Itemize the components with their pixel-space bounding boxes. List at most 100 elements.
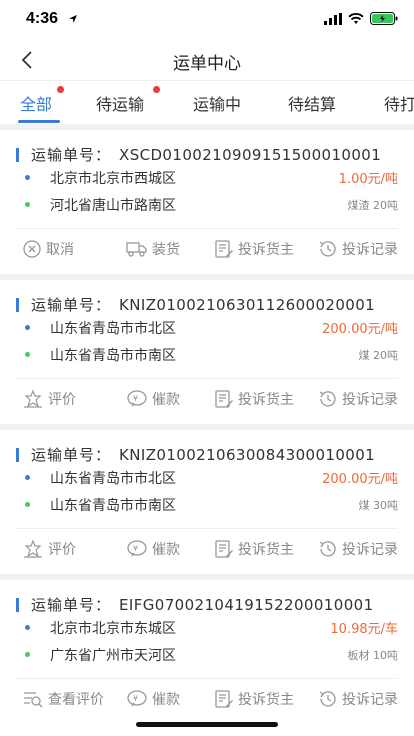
complaint-records-button[interactable]: 投诉记录 [318,689,398,709]
order-actions: 取消 装货 投诉货主 投诉记录 [0,235,414,265]
complaint-records-button[interactable]: 投诉记录 [318,539,398,559]
svg-text:¥: ¥ [133,694,138,703]
action-label: 查看评价 [48,692,104,708]
complaint-icon [214,239,234,259]
nav-bar: 运单中心 [0,40,414,80]
cargo-info: 板材 10吨 [347,649,399,662]
history-icon [318,689,338,709]
destination-address: 广东省广州市天河区 [50,648,176,664]
origin-row: 北京市北京市东城区 10.98元/车 [0,617,414,639]
action-label: 催款 [152,392,180,408]
action-label: 评价 [48,542,76,558]
tab-all[interactable]: 全部 [20,91,52,115]
destination-row: 广东省广州市天河区 板材 10吨 [0,644,414,666]
complain-shipper-button[interactable]: 投诉货主 [214,689,294,709]
tab-in-transit[interactable]: 运输中 [193,91,241,115]
action-label: 投诉记录 [342,242,398,258]
order-number-label: 运输单号： [31,146,112,164]
destination-dot [25,652,30,657]
freight-price: 10.98元/车 [330,622,398,637]
origin-dot [25,325,30,330]
order-number-label: 运输单号： [31,596,112,614]
home-indicator [136,722,278,727]
complaint-icon [214,539,234,559]
history-icon [318,539,338,559]
action-label: 投诉货主 [238,692,294,708]
action-button-1[interactable]: 取消 [22,239,74,259]
cargo-info: 煤渣 20吨 [347,199,399,212]
card-divider [16,678,398,679]
action-label: 取消 [46,242,74,258]
card-divider [16,528,398,529]
accent-bar [16,447,19,462]
destination-row: 山东省青岛市市南区 煤 30吨 [0,494,414,516]
action-button-2[interactable]: ¥ 催款 [126,689,180,709]
action-button-2[interactable]: ¥ 催款 [126,539,180,559]
origin-row: 北京市北京市西城区 1.00元/吨 [0,167,414,189]
complain-shipper-button[interactable]: 投诉货主 [214,389,294,409]
action-label: 投诉货主 [238,542,294,558]
order-actions: 评价 ¥ 催款 投诉货主 投诉记录 [0,385,414,415]
action-label: 装货 [152,242,180,258]
action-button-1[interactable]: 查看评价 [22,689,104,709]
signal-icon [324,12,342,25]
origin-address: 山东省青岛市市北区 [50,321,176,337]
order-card[interactable]: 运输单号： KNIZ010021063008430001​0001 山东省青岛市… [0,430,414,574]
freight-price: 200.00元/吨 [322,472,398,487]
cargo-info: 煤 20吨 [358,349,399,362]
status-bar: 4:36 [0,0,414,40]
wifi-icon [348,12,364,24]
view-rating-icon [22,689,44,709]
destination-row: 山东省青岛市市南区 煤 20吨 [0,344,414,366]
accent-bar [16,597,19,612]
complain-shipper-button[interactable]: 投诉货主 [214,539,294,559]
origin-dot [25,475,30,480]
action-label: 评价 [48,392,76,408]
destination-address: 河北省唐山市路南区 [50,198,176,214]
order-number: KNIZ010021063008430001​0001 [119,445,376,464]
order-card[interactable]: 运输单号： KNIZ010021063011260002​0001 山东省青岛市… [0,280,414,424]
card-divider [16,228,398,229]
origin-dot [25,175,30,180]
destination-dot [25,352,30,357]
tab-pending-transport[interactable]: 待运输 [96,91,144,115]
status-icons [324,12,398,25]
action-button-2[interactable]: ¥ 催款 [126,389,180,409]
accent-bar [16,147,19,162]
tab-pending-settlement[interactable]: 待结算 [288,91,336,115]
action-label: 投诉记录 [342,392,398,408]
order-card[interactable]: 运输单号： EIFG070021041915220001​0001 北京市北京市… [0,580,414,736]
action-label: 投诉货主 [238,242,294,258]
complaint-icon [214,389,234,409]
rate-icon [22,389,44,409]
order-number: XSCD010021090915150001​0001 [119,145,382,164]
action-button-1[interactable]: 评价 [22,539,76,559]
cargo-info: 煤 30吨 [358,499,399,512]
destination-dot [25,202,30,207]
order-number: KNIZ010021063011260002​0001 [119,295,376,314]
accent-bar [16,297,19,312]
complaint-records-button[interactable]: 投诉记录 [318,239,398,259]
remind-icon: ¥ [126,389,148,409]
remind-icon: ¥ [126,689,148,709]
origin-row: 山东省青岛市市北区 200.00元/吨 [0,317,414,339]
rate-icon [22,539,44,559]
action-label: 催款 [152,692,180,708]
order-actions: 查看评价 ¥ 催款 投诉货主 投诉记录 [0,685,414,715]
freight-price: 200.00元/吨 [322,322,398,337]
action-button-2[interactable]: 装货 [126,239,180,259]
destination-address: 山东省青岛市市南区 [50,348,176,364]
freight-price: 1.00元/吨 [338,172,398,187]
page-title: 运单中心 [173,54,241,74]
history-icon [318,389,338,409]
complaint-records-button[interactable]: 投诉记录 [318,389,398,409]
cancel-icon [22,239,42,259]
action-button-1[interactable]: 评价 [22,389,76,409]
order-card[interactable]: 运输单号： XSCD010021090915150001​0001 北京市北京市… [0,130,414,274]
destination-row: 河北省唐山市路南区 煤渣 20吨 [0,194,414,216]
complain-shipper-button[interactable]: 投诉货主 [214,239,294,259]
action-label: 催款 [152,542,180,558]
tab-pending-more[interactable]: 待打 [384,91,414,115]
order-number-label: 运输单号： [31,296,112,314]
order-actions: 评价 ¥ 催款 投诉货主 投诉记录 [0,535,414,565]
